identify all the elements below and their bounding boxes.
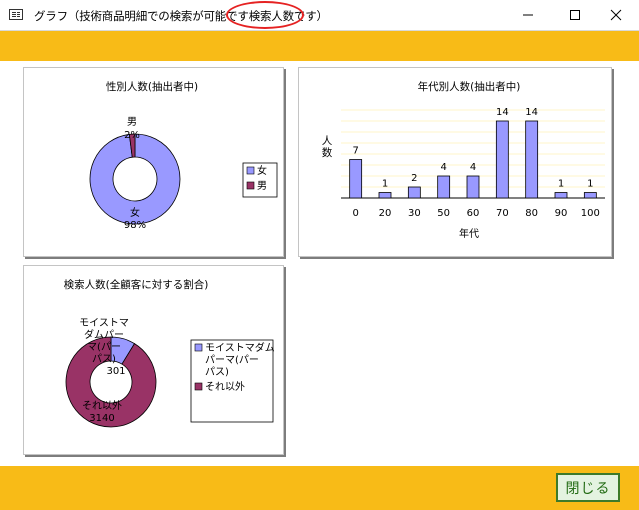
- title-highlight-annotation: [226, 1, 304, 29]
- data-label: 7: [352, 146, 358, 157]
- close-form-button[interactable]: 閉じる: [556, 473, 620, 502]
- x-axis-label: 年代: [459, 227, 479, 240]
- x-tick-label: 30: [408, 208, 421, 219]
- minimize-icon: [523, 14, 533, 16]
- close-icon: [610, 9, 622, 21]
- legend-swatch: [194, 343, 203, 352]
- x-tick-label: 0: [352, 208, 358, 219]
- x-tick-label: 90: [555, 208, 568, 219]
- data-label: 2: [411, 173, 417, 184]
- gender-chart-panel: 性別人数(抽出者中) 女 98% 男 2% 女男: [23, 67, 284, 257]
- chart-title: 性別人数(抽出者中): [106, 80, 198, 93]
- window-title-main: グラフ（技術商品明細での検索が可能です: [34, 9, 249, 23]
- data-label: 1: [587, 179, 593, 190]
- data-label: 14: [496, 107, 509, 118]
- data-label: 1: [558, 179, 564, 190]
- data-label: パス): [92, 353, 116, 365]
- title-bar: グラフ（技術商品明細での検索が可能です検索人数です）: [0, 0, 639, 30]
- bar: [349, 159, 363, 199]
- data-label: 98%: [124, 220, 146, 231]
- x-tick-label: 20: [379, 208, 392, 219]
- maximize-icon: [570, 10, 580, 20]
- header-band: [0, 31, 639, 61]
- data-label: 男: [127, 116, 137, 128]
- legend-label: モイストマダム: [205, 341, 275, 354]
- form-app-icon: [9, 9, 23, 20]
- x-tick-label: 80: [525, 208, 538, 219]
- chart-title: 年代別人数(抽出者中): [418, 80, 521, 93]
- x-tick-label: 60: [467, 208, 480, 219]
- legend-label: 女: [257, 164, 267, 177]
- x-tick-label: 100: [581, 208, 600, 219]
- bar: [437, 175, 451, 199]
- legend-label: パス): [205, 366, 229, 378]
- bar: [554, 192, 568, 199]
- legend-swatch: [194, 382, 203, 391]
- data-label: 14: [525, 107, 538, 118]
- data-label: 301: [106, 366, 125, 377]
- bar: [378, 192, 392, 199]
- legend-label: 男: [257, 180, 267, 192]
- y-axis-label: 人: [322, 135, 333, 147]
- search-ratio-chart: 検索人数(全顧客に対する割合)モイストマダムパーマ(パーパス)301それ以外31…: [64, 278, 275, 428]
- chart-title: 検索人数(全顧客に対する割合): [64, 278, 209, 291]
- gender-chart: 性別人数(抽出者中)女98%男2%女男: [89, 80, 278, 231]
- bar: [407, 186, 421, 199]
- age-chart: 年代別人数(抽出者中)70120230450460147014801901100…: [322, 80, 605, 240]
- data-label: 4: [470, 162, 476, 173]
- search-ratio-chart-panel: 検索人数(全顧客に対する割合) モイストマ ダムパー マ(パー パス) 301 それ以外 31…: [23, 265, 284, 455]
- bar: [495, 120, 509, 199]
- data-label: 女: [130, 206, 140, 219]
- data-label: 2%: [124, 130, 140, 141]
- x-tick-label: 50: [437, 208, 450, 219]
- footer-band: [0, 466, 639, 510]
- data-label: マ(パー: [87, 341, 121, 353]
- close-window-button[interactable]: [597, 0, 639, 30]
- bar: [583, 192, 597, 199]
- legend-swatch: [246, 166, 255, 175]
- data-label: 1: [382, 179, 388, 190]
- legend-swatch: [246, 181, 255, 190]
- legend-label: パーマ(パー: [205, 354, 259, 366]
- y-axis-label: 数: [322, 146, 333, 159]
- data-label: ダムパー: [84, 328, 124, 341]
- bar: [525, 120, 539, 199]
- data-label: モイストマ: [79, 318, 129, 329]
- data-label: 4: [440, 162, 446, 173]
- data-label: それ以外: [82, 400, 122, 412]
- x-tick-label: 70: [496, 208, 509, 219]
- legend-label: それ以外: [205, 381, 245, 393]
- age-chart-panel: 年代別人数(抽出者中) 7 0 1 20 2 30 4 50 4 60 14 70 14 80 1 90 1 100…: [298, 67, 612, 257]
- maximize-button[interactable]: [551, 0, 597, 30]
- bar: [466, 175, 480, 199]
- minimize-button[interactable]: [505, 0, 551, 30]
- data-label: 3140: [89, 413, 114, 424]
